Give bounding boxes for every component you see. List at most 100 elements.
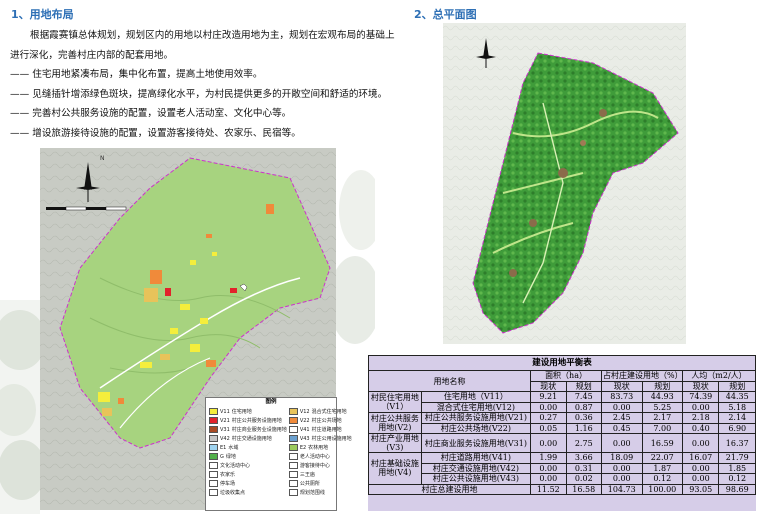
north-arrow-icon — [476, 38, 496, 68]
legend-label: 公共厕所 — [299, 481, 320, 487]
row-value: 0.00 — [530, 401, 567, 413]
subheader-current: 现状 — [600, 380, 643, 392]
row-value: 9.21 — [530, 391, 567, 403]
legend-label: 规划范围线 — [299, 490, 325, 496]
legend-item: V41 村庄道路用地 — [288, 425, 352, 434]
legend-swatch — [288, 480, 298, 487]
row-group-label: 村庄产业用地(V3) — [368, 433, 422, 453]
row-value: 0.00 — [682, 473, 720, 485]
section-title-master-plan: 2、总平面图 — [414, 8, 477, 21]
legend-label: 住宅用地 — [231, 409, 252, 415]
legend-item: 文化活动中心 — [209, 461, 287, 470]
legend-label: 垃圾收集点 — [220, 490, 246, 496]
legend-swatch — [209, 489, 218, 496]
legend-label: 村庄交通设施用地 — [231, 436, 272, 442]
legend-item: V11 住宅用地 — [209, 407, 287, 416]
legend-item: V12 混合式住宅用地 — [288, 407, 352, 416]
row-value: 16.37 — [718, 433, 756, 453]
row-value: 2.18 — [682, 412, 720, 424]
row-value: 2.75 — [565, 433, 602, 453]
subheader-planned: 规划 — [565, 380, 602, 392]
legend-code: V41 — [299, 426, 310, 433]
total-value: 16.58 — [565, 483, 602, 495]
row-value: 0.00 — [682, 462, 720, 474]
legend-swatch — [209, 426, 218, 433]
row-value: 7.45 — [565, 391, 602, 403]
row-value: 16.07 — [682, 452, 720, 464]
legend-item: 规划范围线 — [288, 488, 352, 497]
legend-item: E2 农林用地 — [288, 443, 352, 452]
legend-label: 水域 — [228, 445, 239, 451]
row-value: 1.16 — [565, 422, 602, 434]
table-row: 村庄交通设施用地(V42) 0.00 0.31 0.00 1.87 0.00 1.85 — [369, 462, 756, 474]
legend-swatch — [288, 435, 298, 442]
table-row: 村庄基础设施用地(V4) 村庄道路用地(V41) 1.99 3.66 18.09 22.0… — [368, 452, 756, 485]
background-tree-silhouettes-right — [335, 170, 375, 344]
legend-label: 村庄公共场地 — [311, 418, 342, 424]
legend-label: 村庄道路用地 — [311, 427, 342, 433]
legend-item: 停车场 — [209, 479, 287, 488]
header-share: 占村庄建设用地（%） — [600, 370, 684, 382]
row-value: 0.00 — [600, 473, 643, 485]
legend-code: V21 — [220, 417, 230, 424]
legend-swatch — [288, 426, 298, 433]
header-per-capita: 人均（m2/人） — [682, 370, 756, 382]
bullet-item: —— 住宅用地紧凑布局，集中化布置，提高土地使用效率。 — [10, 69, 263, 80]
legend-swatch — [288, 417, 298, 424]
section-title-land-layout: 1、用地布局 — [11, 8, 74, 21]
legend-label: 农家乐 — [220, 472, 236, 478]
table-row: 村庄公共设施用地(V43) 0.00 0.02 0.00 0.12 0.00 0.12 — [369, 473, 756, 485]
land-balance-table-wrap: 建设用地平衡表 用地名称 面积（ha） 占村庄建设用地（%） 人均（m2/人） … — [367, 355, 756, 511]
total-value: 98.69 — [718, 483, 756, 495]
row-value: 0.87 — [565, 401, 602, 413]
row-value: 83.73 — [600, 391, 643, 403]
row-value: 44.35 — [718, 391, 756, 403]
legend-code: V43 — [299, 435, 310, 442]
row-name: 住宅用地（V11） — [420, 391, 532, 403]
legend-label: 村庄公共服务设施用地 — [231, 418, 282, 424]
legend-swatch — [288, 462, 298, 469]
legend-code: V31 — [220, 426, 230, 433]
total-name: 村庄总建设用地 — [367, 483, 532, 495]
table-total-row: 村庄总建设用地 11.52 16.58 104.73 100.00 93.05 98.69 — [367, 483, 756, 495]
legend-swatch — [209, 417, 218, 424]
row-value: 0.00 — [530, 473, 567, 485]
table-row: 村民住宅用地（V1） 住宅用地（V11） 9.21 7.45 83.73 44.93 74.… — [368, 391, 756, 413]
legend-code: V11 — [220, 408, 230, 415]
legend-swatch — [288, 453, 298, 460]
legend-swatch — [209, 444, 218, 451]
land-balance-table: 用地名称 面积（ha） 占村庄建设用地（%） 人均（m2/人） 现状 规划 现状… — [367, 370, 756, 495]
legend-label: 农林用地 — [308, 445, 329, 451]
legend-code: E2 — [299, 444, 307, 451]
row-name: 村庄交通设施用地(V42) — [420, 462, 532, 474]
map-legend: 图例 V11 住宅用地 V12 混合式住宅用地 V21 村庄公共服务设施用地 V22 村庄公共… — [205, 397, 352, 511]
row-name: 村庄道路用地(V41) — [420, 452, 532, 464]
legend-label: 村庄商业服务业设施用地 — [231, 427, 287, 433]
header-area: 面积（ha） — [530, 370, 602, 382]
legend-grid: V11 住宅用地 V12 混合式住宅用地 V21 村庄公共服务设施用地 V22 村庄公共场地 V… — [206, 407, 352, 497]
row-value: 7.00 — [641, 422, 684, 434]
legend-item: 农家乐 — [209, 470, 287, 479]
background-tree-silhouettes — [0, 300, 40, 514]
table-row: 混合式住宅用地(V12) 0.00 0.87 0.00 5.25 0.00 5.18 — [369, 401, 756, 413]
legend-swatch — [209, 408, 218, 415]
legend-swatch — [209, 462, 218, 469]
row-value: 0.40 — [682, 422, 720, 434]
table-row: 村庄公共场地(V22) 0.05 1.16 0.45 7.00 0.40 6.90 — [369, 422, 756, 434]
row-group-label: 村民住宅用地（V1） — [368, 391, 422, 413]
row-value: 44.93 — [641, 391, 684, 403]
legend-code: E1 — [220, 444, 227, 451]
row-value: 74.39 — [682, 391, 720, 403]
legend-swatch — [209, 453, 218, 460]
subheader-planned: 规划 — [641, 380, 684, 392]
row-value: 0.00 — [600, 401, 643, 413]
legend-label: 三王庙 — [299, 472, 315, 478]
legend-label: 文化活动中心 — [220, 463, 251, 469]
total-value: 93.05 — [682, 483, 720, 495]
legend-swatch — [288, 408, 298, 415]
legend-swatch — [209, 435, 218, 442]
row-value: 18.09 — [600, 452, 643, 464]
row-value: 0.00 — [682, 401, 720, 413]
legend-swatch — [209, 471, 218, 478]
subheader-current: 现状 — [682, 380, 720, 392]
